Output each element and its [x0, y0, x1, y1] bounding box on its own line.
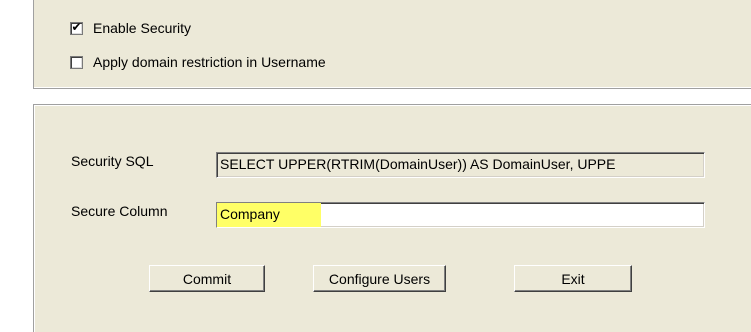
exit-button[interactable]: Exit: [514, 265, 632, 292]
enable-security-checkbox[interactable]: ✔: [70, 19, 83, 35]
commit-button[interactable]: Commit: [149, 265, 265, 292]
enable-security-label: Enable Security: [93, 20, 192, 36]
security-options-panel: ✔ Enable Security Apply domain restricti…: [33, 0, 751, 89]
domain-restriction-row[interactable]: Apply domain restriction in Username: [70, 54, 326, 70]
security-form-panel: Security SQL SELECT UPPER(RTRIM(DomainUs…: [33, 104, 751, 332]
checkmark-icon: [71, 54, 82, 65]
security-settings-window: ✔ Enable Security Apply domain restricti…: [0, 0, 751, 332]
secure-column-field[interactable]: Company: [216, 202, 705, 228]
security-sql-field[interactable]: SELECT UPPER(RTRIM(DomainUser)) AS Domai…: [216, 152, 705, 178]
security-sql-label: Security SQL: [71, 153, 154, 169]
security-sql-value: SELECT UPPER(RTRIM(DomainUser)) AS Domai…: [220, 156, 616, 172]
configure-users-button[interactable]: Configure Users: [313, 265, 446, 292]
checkmark-icon: ✔: [71, 19, 82, 34]
secure-column-value: Company: [220, 206, 280, 222]
domain-restriction-checkbox[interactable]: [70, 54, 83, 69]
domain-restriction-label: Apply domain restriction in Username: [93, 54, 326, 70]
secure-column-label: Secure Column: [71, 203, 168, 219]
enable-security-row[interactable]: ✔ Enable Security: [70, 20, 191, 36]
